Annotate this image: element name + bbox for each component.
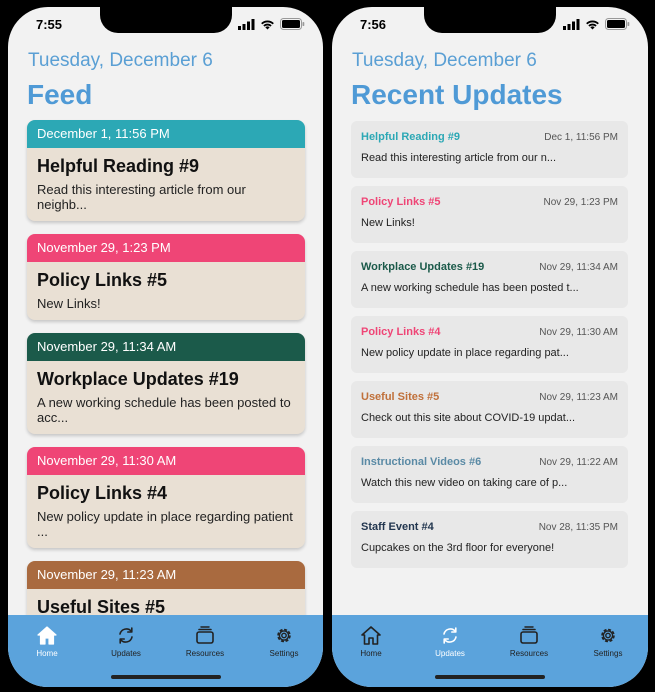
current-date: Tuesday, December 6 bbox=[352, 50, 537, 71]
resources-icon bbox=[520, 626, 538, 644]
signal-icon bbox=[238, 18, 255, 30]
feed-card-date: December 1, 11:56 PM bbox=[27, 120, 305, 148]
update-text: Check out this site about COVID-19 updat… bbox=[361, 412, 576, 424]
update-date: Nov 29, 11:23 AM bbox=[539, 392, 618, 403]
signal-icon bbox=[563, 18, 580, 30]
tab-updates[interactable]: Updates bbox=[420, 626, 480, 658]
update-text: Watch this new video on taking care of p… bbox=[361, 477, 568, 489]
page-title: Recent Updates bbox=[351, 79, 563, 110]
status-time: 7:55 bbox=[36, 17, 63, 32]
update-text: Cupcakes on the 3rd floor for everyone! bbox=[361, 542, 555, 554]
tab-label: Resources bbox=[185, 649, 225, 658]
feed-card-date: November 29, 11:30 AM bbox=[27, 447, 305, 475]
tab-home[interactable]: Home bbox=[341, 626, 401, 658]
tab-label: Updates bbox=[111, 649, 141, 658]
feed-card[interactable]: November 29, 11:34 AM Workplace Updates … bbox=[27, 333, 305, 434]
update-text: New Links! bbox=[361, 217, 415, 229]
update-row[interactable]: Workplace Updates #19 Nov 29, 11:34 AM A… bbox=[351, 251, 628, 308]
update-date: Nov 28, 11:35 PM bbox=[538, 522, 618, 533]
tab-label: Home bbox=[36, 649, 58, 658]
tab-label: Updates bbox=[435, 649, 465, 658]
battery-icon bbox=[605, 18, 630, 30]
home-indicator[interactable] bbox=[435, 675, 545, 679]
feed-card-date: November 29, 11:23 AM bbox=[27, 561, 305, 589]
tab-resources[interactable]: Resources bbox=[175, 626, 235, 658]
feed-card-text: Read this interesting article from our n… bbox=[37, 182, 246, 212]
home-icon bbox=[37, 626, 57, 645]
tab-label: Home bbox=[360, 649, 382, 658]
tab-bar: Home Updates Resources Settings bbox=[8, 615, 323, 687]
current-date: Tuesday, December 6 bbox=[28, 50, 213, 71]
update-text: Read this interesting article from our n… bbox=[361, 152, 557, 164]
update-row[interactable]: Staff Event #4 Nov 28, 11:35 PM Cupcakes… bbox=[351, 511, 628, 568]
updates-icon bbox=[443, 627, 457, 644]
feed-card-title: Helpful Reading #9 bbox=[37, 156, 200, 176]
update-title: Policy Links #4 bbox=[361, 326, 441, 338]
tab-updates[interactable]: Updates bbox=[96, 626, 156, 658]
update-row[interactable]: Helpful Reading #9 Dec 1, 11:56 PM Read … bbox=[351, 121, 628, 178]
update-text: New policy update in place regarding pat… bbox=[361, 347, 569, 359]
update-title: Helpful Reading #9 bbox=[361, 131, 461, 143]
feed-card-title: Policy Links #4 bbox=[37, 483, 168, 503]
update-title: Policy Links #5 bbox=[361, 196, 441, 208]
update-date: Nov 29, 11:34 AM bbox=[539, 262, 618, 273]
feed-card-title: Workplace Updates #19 bbox=[37, 369, 239, 389]
tab-settings[interactable]: Settings bbox=[254, 626, 314, 658]
update-title: Useful Sites #5 bbox=[361, 391, 440, 403]
tab-resources[interactable]: Resources bbox=[499, 626, 559, 658]
update-text: A new working schedule has been posted t… bbox=[361, 282, 579, 294]
update-date: Nov 29, 1:23 PM bbox=[543, 197, 618, 208]
settings-icon bbox=[277, 628, 291, 643]
tab-settings[interactable]: Settings bbox=[578, 626, 638, 658]
feed-screen: 7:55 Tuesday, December 6 Feed December 1… bbox=[8, 7, 323, 687]
updates-screen: 7:56 Tuesday, December 6 Recent Updates … bbox=[332, 7, 648, 687]
settings-icon bbox=[601, 628, 615, 643]
home-indicator[interactable] bbox=[110, 675, 221, 679]
tab-home[interactable]: Home bbox=[17, 626, 77, 658]
battery-icon bbox=[280, 18, 305, 30]
update-date: Dec 1, 11:56 PM bbox=[544, 132, 618, 143]
feed-card-text: New Links! bbox=[37, 296, 101, 311]
tab-label: Settings bbox=[269, 649, 299, 658]
updates-icon bbox=[119, 627, 133, 644]
feed-card-title: Policy Links #5 bbox=[37, 270, 168, 290]
status-bar: 7:56 bbox=[332, 17, 648, 33]
feed-card[interactable]: November 29, 11:30 AM Policy Links #4 Ne… bbox=[27, 447, 305, 548]
resources-icon bbox=[196, 626, 214, 644]
feed-card-date: November 29, 11:34 AM bbox=[27, 333, 305, 361]
wifi-icon bbox=[261, 20, 274, 29]
update-title: Staff Event #4 bbox=[361, 521, 434, 533]
status-bar: 7:55 bbox=[8, 17, 323, 33]
update-date: Nov 29, 11:22 AM bbox=[539, 457, 618, 468]
update-row[interactable]: Policy Links #5 Nov 29, 1:23 PM New Link… bbox=[351, 186, 628, 243]
feed-card-text: A new working schedule has been posted t… bbox=[37, 395, 291, 425]
feed-card[interactable]: November 29, 1:23 PM Policy Links #5 New… bbox=[27, 234, 305, 320]
tab-bar: Home Updates Resources Settings bbox=[332, 615, 648, 687]
update-title: Instructional Videos #6 bbox=[361, 456, 482, 468]
feed-card-date: November 29, 1:23 PM bbox=[27, 234, 305, 262]
feed-card[interactable]: December 1, 11:56 PM Helpful Reading #9 … bbox=[27, 120, 305, 221]
tab-label: Resources bbox=[509, 649, 549, 658]
wifi-icon bbox=[586, 20, 599, 29]
feed-card-text: New policy update in place regarding pat… bbox=[37, 509, 293, 539]
update-title: Workplace Updates #19 bbox=[361, 261, 485, 273]
status-time: 7:56 bbox=[360, 17, 387, 32]
tab-label: Settings bbox=[593, 649, 623, 658]
update-row[interactable]: Policy Links #4 Nov 29, 11:30 AM New pol… bbox=[351, 316, 628, 373]
update-row[interactable]: Instructional Videos #6 Nov 29, 11:22 AM… bbox=[351, 446, 628, 503]
page-title: Feed bbox=[27, 79, 93, 110]
home-icon bbox=[361, 626, 381, 645]
update-row[interactable]: Useful Sites #5 Nov 29, 11:23 AM Check o… bbox=[351, 381, 628, 438]
update-date: Nov 29, 11:30 AM bbox=[539, 327, 618, 338]
feed-list: December 1, 11:56 PM Helpful Reading #9 … bbox=[27, 120, 305, 645]
updates-list: Helpful Reading #9 Dec 1, 11:56 PM Read … bbox=[351, 121, 628, 576]
